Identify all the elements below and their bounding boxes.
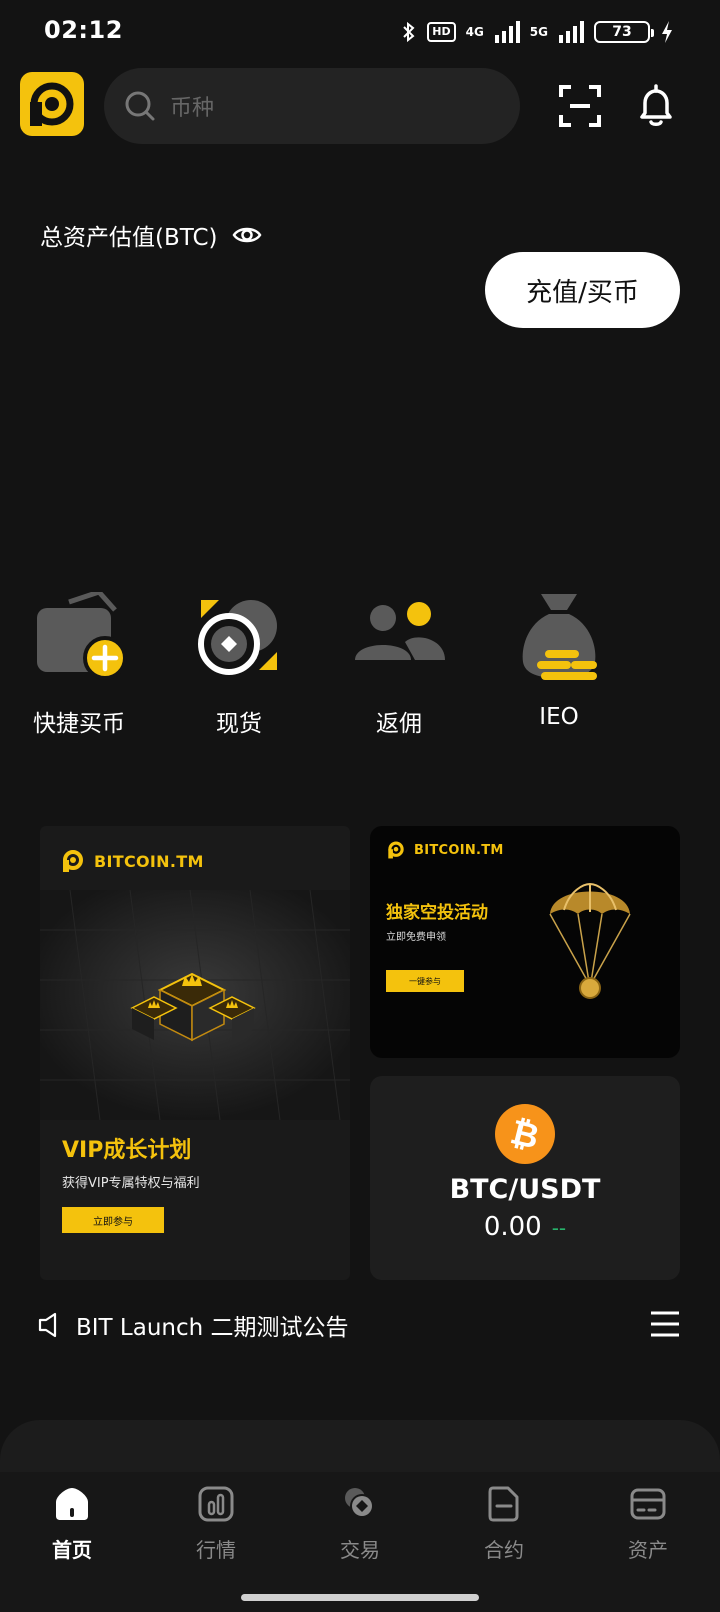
nav-label: 交易 bbox=[340, 1538, 380, 1562]
vip-subtitle: 获得VIP专属特权与福利 bbox=[62, 1176, 200, 1191]
signal-icon bbox=[559, 21, 584, 43]
ticker-pair: BTC/USDT bbox=[449, 1174, 601, 1205]
nav-label: 首页 bbox=[52, 1538, 92, 1562]
nav-market[interactable]: 行情 bbox=[166, 1484, 266, 1563]
quick-action-label: 快捷买币 bbox=[33, 711, 125, 737]
battery-level: 73 bbox=[612, 24, 632, 40]
battery-icon: 73 bbox=[594, 21, 654, 43]
quick-action-spot[interactable]: 现货 bbox=[174, 592, 304, 738]
status-time: 02:12 bbox=[44, 16, 123, 44]
bitcoin-icon: ₿ bbox=[495, 1104, 555, 1164]
deposit-buy-button[interactable]: 充值/买币 bbox=[485, 252, 680, 328]
announcement-bar[interactable]: BIT Launch 二期测试公告 bbox=[38, 1308, 349, 1342]
ticker-price-row: 0.00 -- bbox=[370, 1212, 680, 1242]
logo-icon bbox=[30, 82, 74, 126]
vip-join-button[interactable]: 立即参与 bbox=[62, 1207, 164, 1233]
network-5g: 5G bbox=[529, 25, 548, 39]
search-bar[interactable]: 币种 bbox=[104, 68, 520, 144]
search-icon bbox=[125, 91, 155, 121]
airdrop-title: 独家空投活动 bbox=[386, 903, 488, 923]
signal-icon bbox=[494, 21, 520, 43]
airdrop-brand: BITCOIN.TM bbox=[386, 840, 504, 860]
airdrop-subtitle: 立即免费申领 bbox=[386, 932, 446, 943]
nav-assets[interactable]: 资产 bbox=[598, 1484, 698, 1563]
quick-action-label: 现货 bbox=[216, 711, 262, 737]
announcement-text[interactable]: BIT Launch 二期测试公告 bbox=[76, 1308, 349, 1342]
nav-trade[interactable]: 交易 bbox=[310, 1484, 410, 1563]
home-indicator[interactable] bbox=[241, 1594, 479, 1601]
quick-action-rebate[interactable]: 返佣 bbox=[334, 592, 464, 738]
scan-icon[interactable] bbox=[558, 84, 602, 128]
speaker-icon bbox=[38, 1312, 57, 1338]
menu-icon[interactable] bbox=[650, 1310, 680, 1338]
eye-icon[interactable] bbox=[232, 224, 262, 246]
network-4g: 4G bbox=[465, 25, 484, 39]
vip-crown-box-illustration bbox=[40, 890, 350, 1120]
vip-title: VIP成长计划 bbox=[62, 1138, 192, 1163]
nav-label: 行情 bbox=[196, 1538, 236, 1562]
contract-icon bbox=[488, 1486, 519, 1522]
bluetooth-icon bbox=[403, 21, 415, 43]
quick-action-ieo[interactable]: IEO bbox=[494, 592, 624, 730]
parachute-illustration bbox=[549, 883, 631, 999]
ticker-price: 0.00 bbox=[483, 1212, 542, 1242]
airdrop-banner[interactable]: BITCOIN.TM 独家空投活动 立即免费申领 一键参与 bbox=[370, 826, 680, 1058]
market-icon bbox=[198, 1486, 234, 1522]
nav-home[interactable]: 首页 bbox=[22, 1484, 122, 1563]
total-assets-text: 总资产估值(BTC) bbox=[40, 225, 218, 251]
btc-usdt-ticker-card[interactable]: ₿ BTC/USDT 0.00 -- bbox=[370, 1076, 680, 1280]
hd-badge: HD bbox=[427, 22, 456, 42]
total-assets-label: 总资产估值(BTC) bbox=[40, 218, 262, 252]
users-icon bbox=[355, 602, 445, 660]
ticker-change: -- bbox=[551, 1216, 567, 1240]
vip-brand-text: BITCOIN.TM bbox=[94, 851, 204, 871]
nav-contract[interactable]: 合约 bbox=[454, 1484, 554, 1563]
airdrop-brand-text: BITCOIN.TM bbox=[414, 842, 504, 858]
nav-label: 合约 bbox=[484, 1538, 524, 1562]
search-input[interactable]: 币种 bbox=[170, 90, 214, 122]
spot-coin-icon bbox=[198, 600, 277, 675]
vip-brand: BITCOIN.TM bbox=[60, 848, 204, 874]
quick-action-label: 返佣 bbox=[376, 711, 422, 737]
quick-action-label: IEO bbox=[539, 704, 579, 730]
quick-action-buy[interactable]: 快捷买币 bbox=[14, 592, 144, 738]
charging-icon bbox=[662, 21, 672, 43]
app-logo[interactable] bbox=[20, 72, 84, 136]
wallet-plus-icon bbox=[37, 592, 127, 680]
nav-label: 资产 bbox=[628, 1538, 668, 1562]
brand-logo-icon bbox=[63, 850, 83, 872]
money-bag-icon bbox=[522, 594, 597, 680]
home-icon bbox=[56, 1488, 88, 1520]
bell-icon[interactable] bbox=[636, 84, 676, 128]
airdrop-join-button[interactable]: 一键参与 bbox=[386, 970, 464, 992]
brand-logo-icon bbox=[388, 841, 404, 859]
assets-card-icon bbox=[630, 1488, 666, 1520]
status-icons: HD 4G 5G 73 bbox=[401, 18, 674, 46]
status-bar: 02:12 HD 4G 5G 73 bbox=[0, 0, 720, 64]
vip-banner[interactable]: BITCOIN.TM VIP成长计划 获得VIP专属特权与福利 立即参与 bbox=[40, 826, 350, 1280]
trade-icon bbox=[345, 1488, 374, 1518]
